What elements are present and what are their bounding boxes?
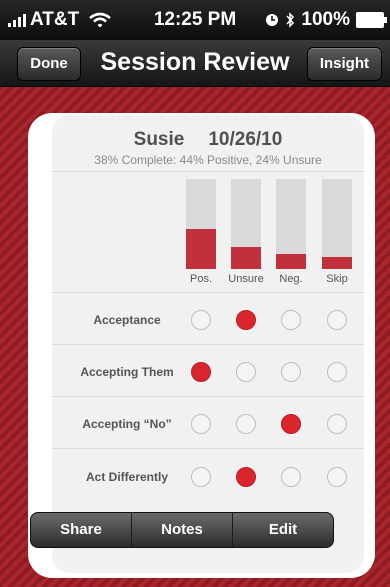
radio-option[interactable] xyxy=(281,310,301,330)
radio-option[interactable] xyxy=(236,414,256,434)
radio-option[interactable] xyxy=(327,467,347,487)
bar-fill-2 xyxy=(276,254,306,269)
radio-option[interactable] xyxy=(191,414,211,434)
edit-button[interactable]: Edit xyxy=(233,513,333,547)
radio-option[interactable] xyxy=(236,310,256,330)
divider xyxy=(52,292,364,293)
column-label: Skip xyxy=(326,273,348,285)
session-summary: 38% Complete: 44% Positive, 24% Unsure xyxy=(94,153,322,167)
row-label: Act Differently xyxy=(85,470,168,484)
battery-icon xyxy=(356,12,387,28)
session-header: Susie 10/26/10 xyxy=(52,129,364,151)
row-label: Acceptance xyxy=(93,313,161,327)
bottom-toolbar: Share Notes Edit xyxy=(30,512,334,548)
client-name: Susie xyxy=(133,129,185,150)
notes-button[interactable]: Notes xyxy=(132,513,233,547)
session-panel: Susie 10/26/10 38% Complete: 44% Positive… xyxy=(52,115,364,573)
radio-option[interactable] xyxy=(191,467,211,487)
radio-option[interactable] xyxy=(281,467,301,487)
divider xyxy=(52,396,364,397)
bar-track-1 xyxy=(231,179,261,269)
battery-percent: 100% xyxy=(301,9,350,30)
bar-track-0 xyxy=(186,179,216,269)
radio-option[interactable] xyxy=(236,467,256,487)
bar-track-3 xyxy=(322,179,352,269)
radio-option[interactable] xyxy=(281,362,301,382)
bar-track-2 xyxy=(276,179,306,269)
bluetooth-icon xyxy=(286,12,295,28)
radio-option[interactable] xyxy=(327,414,347,434)
navigation-bar: Done Session Review Insight xyxy=(0,40,390,87)
status-right: 100% xyxy=(265,9,387,31)
bar-fill-1 xyxy=(231,247,261,269)
radio-option[interactable] xyxy=(327,362,347,382)
clock-icon xyxy=(266,14,279,26)
insight-button[interactable]: Insight xyxy=(306,47,382,81)
radio-option[interactable] xyxy=(191,310,211,330)
row-label: Accepting Them xyxy=(80,365,174,379)
share-button[interactable]: Share xyxy=(31,513,132,547)
divider xyxy=(52,171,364,172)
radio-option[interactable] xyxy=(281,414,301,434)
row-label: Accepting “No” xyxy=(82,417,172,431)
bar-fill-3 xyxy=(322,257,352,269)
radio-option[interactable] xyxy=(327,310,347,330)
session-date: 10/26/10 xyxy=(208,129,283,150)
divider xyxy=(52,448,364,449)
radio-option[interactable] xyxy=(191,362,211,382)
status-bar: AT&T 12:25 PM 100% xyxy=(0,0,390,40)
bar-fill-0 xyxy=(186,229,216,269)
divider xyxy=(52,344,364,345)
radio-option[interactable] xyxy=(236,362,256,382)
session-card: Susie 10/26/10 38% Complete: 44% Positive… xyxy=(28,113,375,578)
